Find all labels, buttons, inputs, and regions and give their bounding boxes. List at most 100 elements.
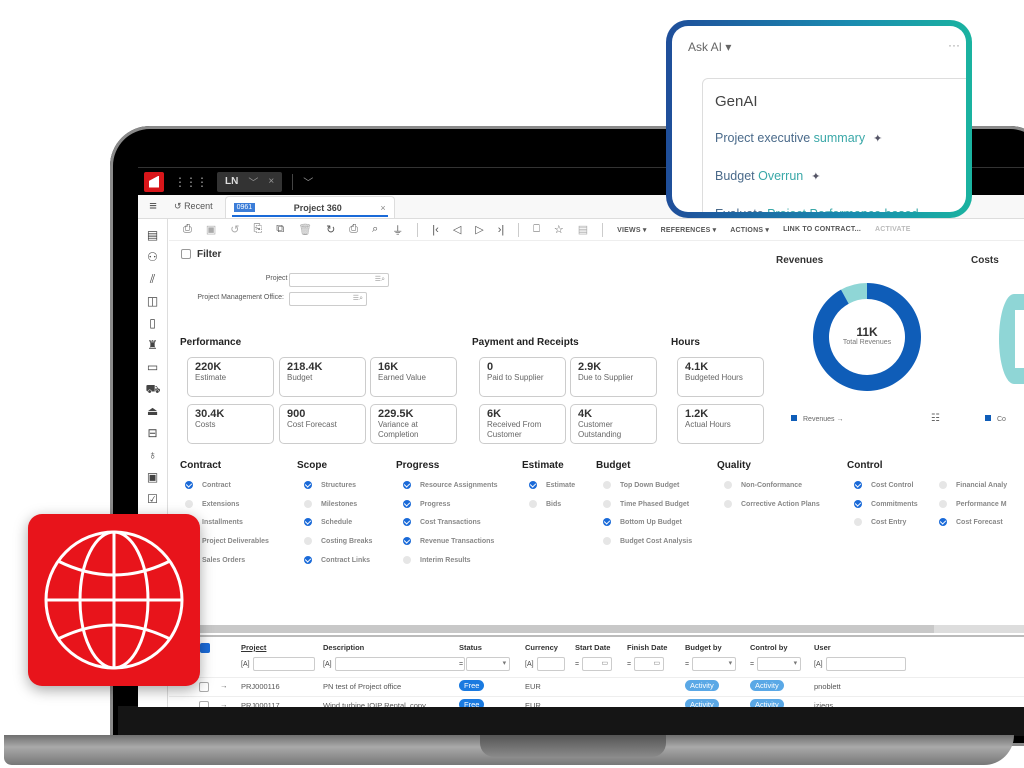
nav-option[interactable]: Bottom Up Budget bbox=[603, 518, 682, 527]
nav-option[interactable]: Estimate bbox=[529, 481, 575, 489]
forklift-icon[interactable]: ⛟ bbox=[146, 381, 161, 397]
nav-option[interactable]: Costing Breaks bbox=[304, 537, 372, 546]
lookup-icon[interactable]: ☰⌕ bbox=[353, 294, 363, 303]
duplicate-icon[interactable]: ⧉ bbox=[276, 223, 284, 236]
nav-option[interactable]: Interim Results bbox=[403, 555, 471, 564]
unchecked-icon[interactable] bbox=[724, 499, 732, 508]
nav-option[interactable]: Structures bbox=[304, 481, 356, 489]
filter-input[interactable]: ▾ bbox=[757, 657, 802, 671]
card-icon[interactable]: ▭ bbox=[146, 359, 160, 375]
filter-input[interactable]: ▾ bbox=[692, 657, 737, 671]
unchecked-icon[interactable] bbox=[529, 499, 537, 508]
new-document-icon[interactable]: ⎘ bbox=[253, 223, 262, 236]
calendar-icon[interactable]: ▭ bbox=[653, 659, 660, 667]
checked-icon[interactable] bbox=[854, 481, 862, 489]
factory-icon[interactable]: ♜ bbox=[146, 337, 160, 353]
table-row[interactable]: → PRJ000116 PN test of Project office Free E… bbox=[169, 677, 1024, 696]
unchecked-icon[interactable] bbox=[603, 499, 611, 508]
kpi-card[interactable]: 4.1K Budgeted Hours bbox=[677, 357, 764, 397]
list-view-icon[interactable]: ☷ bbox=[931, 413, 940, 424]
nav-option[interactable]: Corrective Action Plans bbox=[724, 499, 820, 508]
pmo-input[interactable]: ☰⌕ bbox=[289, 292, 367, 306]
checked-icon[interactable] bbox=[403, 499, 411, 508]
column-header[interactable]: Budget by bbox=[685, 643, 722, 652]
star-icon[interactable]: ☆ bbox=[554, 223, 564, 236]
nav-option[interactable]: Cost Forecast bbox=[939, 518, 1003, 527]
arrow-right-icon[interactable]: → bbox=[220, 681, 228, 690]
nav-option[interactable]: Commitments bbox=[854, 499, 918, 508]
checked-icon[interactable] bbox=[939, 518, 947, 527]
column-header[interactable]: Status bbox=[459, 643, 482, 652]
unchecked-icon[interactable] bbox=[939, 481, 947, 489]
column-header[interactable]: Project bbox=[241, 643, 266, 652]
references-menu[interactable]: REFERENCES ▾ bbox=[661, 226, 717, 234]
link-to-contract-button[interactable]: LINK TO CONTRACT... bbox=[783, 226, 861, 233]
search-icon[interactable]: ⌕ bbox=[372, 223, 378, 236]
filter-input[interactable]: ▭ bbox=[582, 657, 613, 671]
filter-input[interactable] bbox=[252, 657, 315, 671]
chevron-down-icon[interactable]: ﹀ bbox=[248, 174, 258, 189]
chart-icon[interactable]: ⫽ bbox=[146, 271, 160, 287]
last-record-icon[interactable]: ›| bbox=[498, 224, 505, 236]
revenues-legend[interactable]: Revenues → bbox=[791, 415, 843, 423]
infor-logo-icon[interactable] bbox=[144, 171, 164, 192]
scrollbar-thumb[interactable] bbox=[169, 625, 934, 633]
next-icon[interactable]: ▷ bbox=[475, 223, 483, 236]
column-header[interactable]: Finish Date bbox=[627, 643, 667, 652]
checked-icon[interactable] bbox=[304, 555, 312, 564]
app-grid-icon[interactable]: ⋮⋮⋮ bbox=[174, 175, 208, 189]
filter-input[interactable]: ▭ bbox=[634, 657, 665, 671]
ask-ai-dropdown[interactable]: Ask AI ▾ bbox=[688, 40, 731, 54]
users-icon[interactable]: ⚇ bbox=[146, 249, 160, 265]
clipboard-icon[interactable]: ▯ bbox=[146, 315, 160, 331]
dropdown-arrow-icon[interactable]: ▾ bbox=[794, 659, 798, 667]
checked-icon[interactable] bbox=[304, 481, 312, 489]
activate-button[interactable]: ACTIVATE bbox=[875, 226, 911, 233]
money-icon[interactable]: ▣ bbox=[146, 469, 160, 485]
column-header[interactable]: User bbox=[814, 643, 831, 652]
filter-input[interactable] bbox=[536, 657, 565, 671]
horizontal-scrollbar[interactable] bbox=[169, 625, 1024, 633]
checked-icon[interactable] bbox=[603, 518, 611, 527]
menu-icon[interactable]: ≡ bbox=[138, 198, 168, 218]
previous-icon[interactable]: ◁ bbox=[453, 223, 461, 236]
genai-prompt[interactable]: Evaluate Project Performance based bbox=[715, 207, 919, 212]
unchecked-icon[interactable] bbox=[304, 499, 312, 508]
costs-legend[interactable]: Co bbox=[985, 415, 1006, 423]
checkbox-icon[interactable]: ☑ bbox=[146, 491, 160, 507]
kpi-card[interactable]: 2.9K Due to Supplier bbox=[570, 357, 657, 397]
more-options-icon[interactable]: ··· bbox=[948, 38, 960, 52]
costs-donut-chart[interactable] bbox=[999, 294, 1024, 384]
lookup-icon[interactable]: ☰⌕ bbox=[375, 275, 385, 284]
checked-icon[interactable] bbox=[185, 481, 193, 489]
select-all-checkbox[interactable] bbox=[200, 643, 210, 653]
undo-icon[interactable]: ↺ bbox=[230, 223, 239, 236]
nav-option[interactable]: Top Down Budget bbox=[603, 481, 679, 489]
column-header[interactable]: Start Date bbox=[575, 643, 610, 652]
genai-prompt[interactable]: Project executive summary ✦ bbox=[715, 131, 882, 145]
unchecked-icon[interactable] bbox=[185, 499, 193, 508]
checked-icon[interactable] bbox=[403, 537, 411, 546]
nav-option[interactable]: Cost Transactions bbox=[403, 518, 481, 527]
report-icon[interactable]: ◫ bbox=[146, 293, 160, 309]
scale-icon[interactable]: ⏏ bbox=[146, 403, 160, 419]
checked-icon[interactable] bbox=[403, 518, 411, 527]
actions-menu[interactable]: ACTIONS ▾ bbox=[730, 226, 769, 234]
kpi-card[interactable]: 16K Earned Value bbox=[370, 357, 457, 397]
unchecked-icon[interactable] bbox=[403, 555, 411, 564]
bookmark-icon[interactable]: ⎕ bbox=[533, 223, 540, 236]
nav-option[interactable]: Revenue Transactions bbox=[403, 537, 494, 546]
cell-project[interactable]: PRJ000116 bbox=[241, 682, 280, 691]
nav-option[interactable]: Resource Assignments bbox=[403, 481, 498, 489]
first-record-icon[interactable]: |‹ bbox=[432, 224, 439, 236]
nav-option[interactable]: Performance M bbox=[939, 499, 1007, 508]
nav-option[interactable]: Non-Conformance bbox=[724, 481, 802, 489]
views-menu[interactable]: VIEWS ▾ bbox=[617, 226, 646, 234]
nav-option[interactable]: Progress bbox=[403, 499, 450, 508]
award-icon[interactable]: ♁ bbox=[146, 447, 160, 463]
kpi-card[interactable]: 218.4K Budget bbox=[279, 357, 366, 397]
filter-checkbox[interactable] bbox=[181, 249, 191, 260]
briefcase-icon[interactable]: ⊟ bbox=[146, 425, 160, 441]
kpi-card[interactable]: 0 Paid to Supplier bbox=[479, 357, 566, 397]
nav-option[interactable]: Financial Analy bbox=[939, 481, 1007, 489]
